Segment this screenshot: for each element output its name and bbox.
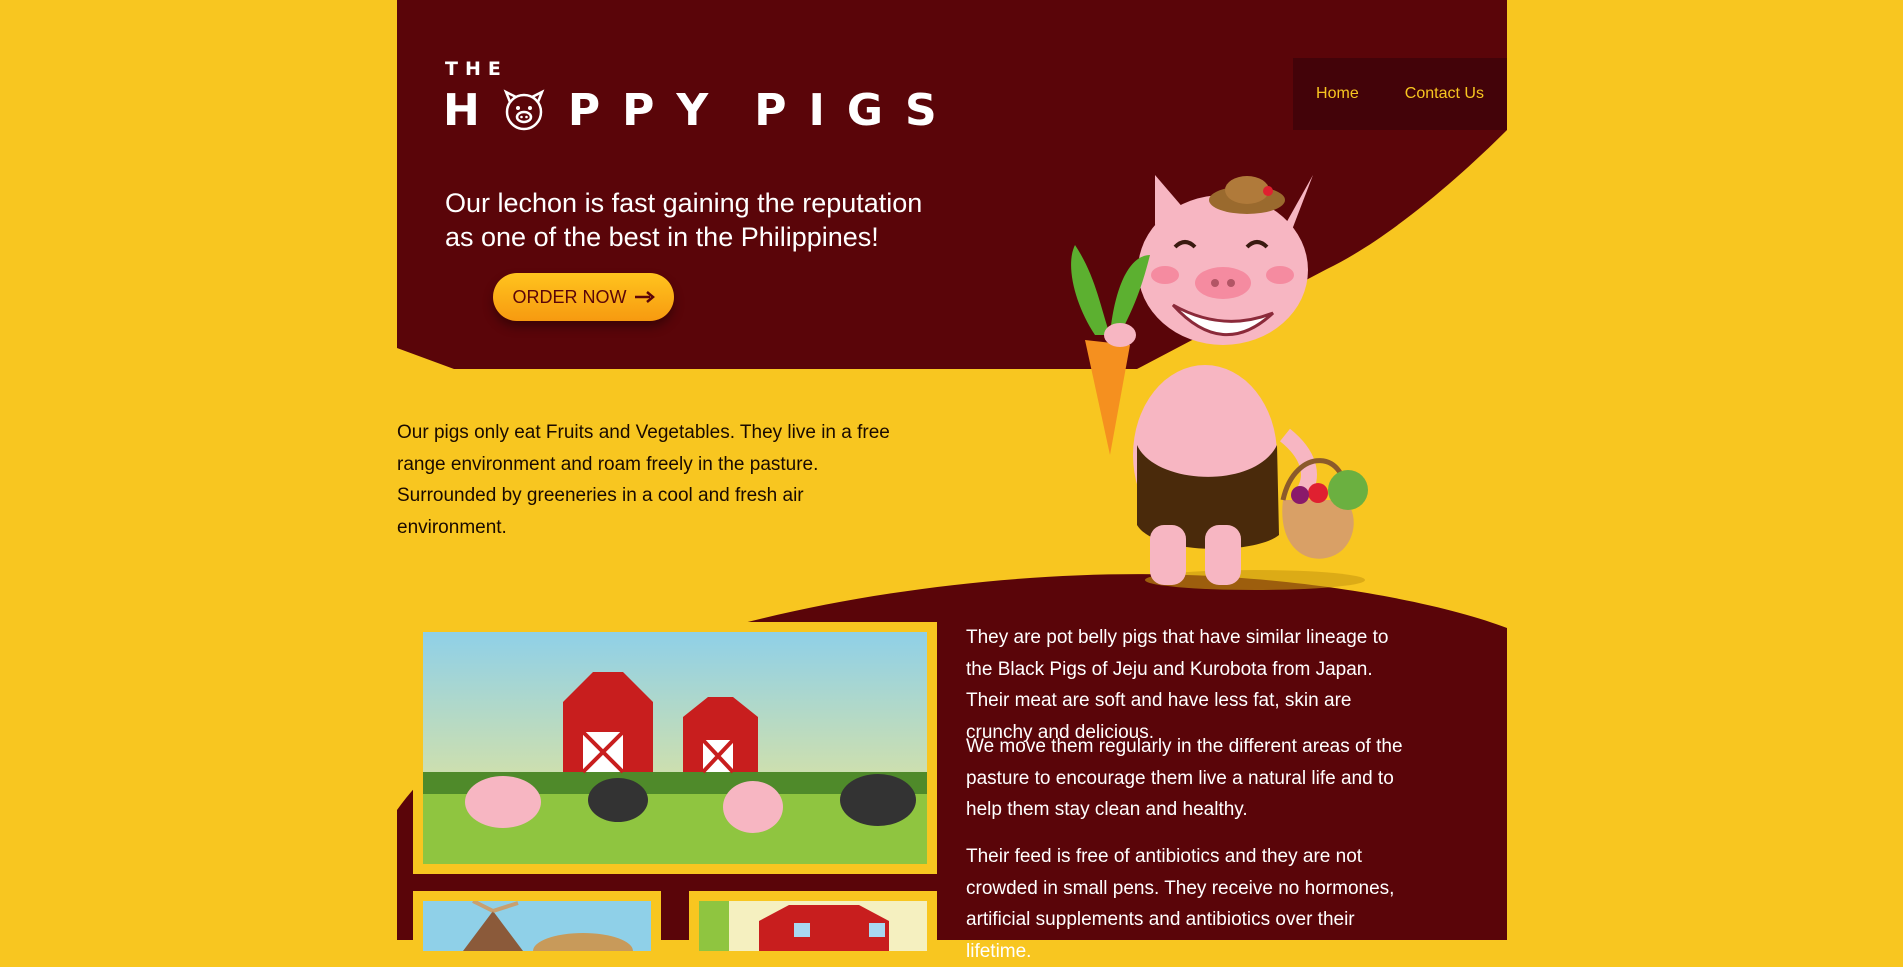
brand-the: THE [445,58,508,80]
page: THE H P P Y P I G S Home Contact Us Our … [397,0,1507,962]
brand-letter: G [846,84,883,136]
nav-home-link[interactable]: Home [1316,85,1359,103]
hero-tagline: Our lechon is fast gaining the reputatio… [445,188,923,252]
intro-text: Our pigs only eat Fruits and Vegetables.… [397,422,890,538]
main-nav: Home Contact Us [1293,58,1507,130]
farm-pigs-image [423,632,927,864]
detail-paragraph: Their feed is free of antibiotics and th… [966,846,1395,962]
farm-picture-frame [413,622,937,874]
brand-letter: P [567,84,601,136]
barn-thumbnail [689,891,937,951]
brand-letter: H [443,84,480,136]
nav-contact-link[interactable]: Contact Us [1405,85,1484,103]
detail-paragraph: We move them regularly in the different … [966,736,1403,820]
detail-paragraph: They are pot belly pigs that have simila… [966,627,1389,743]
order-now-button[interactable]: ORDER NOW [493,273,674,321]
brand-letter: P [754,84,787,136]
windmill-thumbnail [413,891,661,951]
brand-letter: Y [676,84,709,136]
brand-letter: I [808,84,825,136]
pig-mascot-illustration [1071,175,1368,590]
brand-letter: S [904,84,937,136]
windmill-image [423,901,651,951]
arrow-right-icon [634,291,655,303]
order-now-label: ORDER NOW [512,286,627,307]
barn-image [699,901,927,951]
brand-logo[interactable]: H P P Y P I G S [443,84,937,136]
pig-face-icon [503,89,545,131]
brand-letter: P [622,84,655,136]
